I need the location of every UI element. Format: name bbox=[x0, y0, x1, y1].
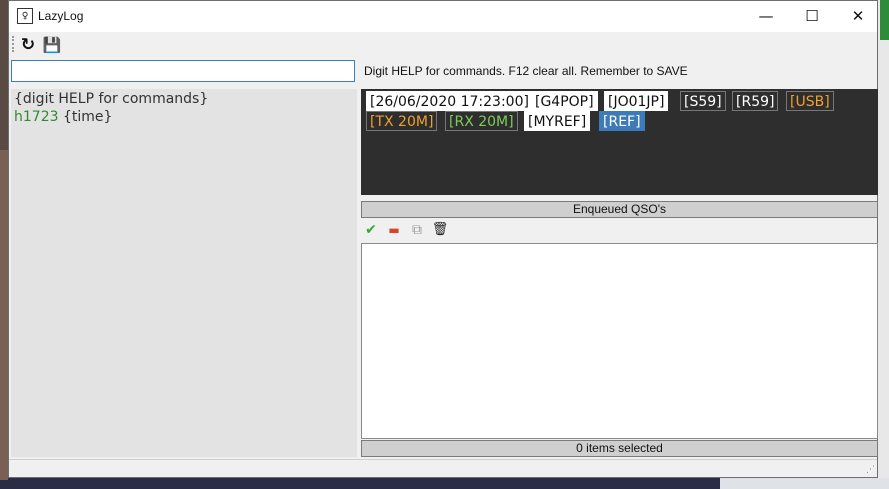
help-line: {digit HELP for commands} bbox=[14, 91, 209, 107]
duplicate-icon[interactable]: ⧉ bbox=[408, 221, 426, 239]
lazylog-window: ♀ LazyLog — ☐ ✕ ↻ 💾 Digit HELP for comma… bbox=[8, 0, 878, 478]
minimize-button[interactable]: — bbox=[743, 1, 789, 32]
command-code: h1723 bbox=[14, 109, 59, 125]
remove-icon[interactable]: ▬ bbox=[385, 221, 403, 239]
tag-myref[interactable]: [MYREF] bbox=[524, 111, 591, 131]
enqueued-qso-list[interactable] bbox=[361, 243, 878, 439]
tag-datetime[interactable]: [26/06/2020 17:23:00] bbox=[366, 91, 533, 111]
app-icon: ♀ bbox=[17, 8, 33, 24]
save-icon[interactable]: 💾 bbox=[42, 35, 62, 55]
refresh-icon[interactable]: ↻ bbox=[18, 35, 38, 55]
tag-rst-received[interactable]: [R59] bbox=[732, 91, 779, 111]
window-title: LazyLog bbox=[38, 9, 84, 23]
trash-icon[interactable]: 🗑 bbox=[431, 221, 449, 239]
tag-mode[interactable]: [USB] bbox=[786, 91, 834, 111]
selection-status: 0 items selected bbox=[361, 440, 878, 457]
tag-tx-band[interactable]: [TX 20M] bbox=[366, 111, 438, 131]
toolbar: ↻ 💾 bbox=[9, 32, 877, 58]
command-arg: {time} bbox=[58, 109, 113, 125]
desktop-edge-left bbox=[0, 150, 8, 480]
tag-callsign[interactable]: [G4POP] bbox=[531, 91, 598, 111]
resize-grip-icon[interactable]: ⋰ bbox=[865, 465, 875, 475]
desktop-edge-bottom bbox=[0, 478, 889, 489]
tag-locator[interactable]: [JO01JP] bbox=[604, 91, 669, 111]
enqueued-qsos-header: Enqueued QSO's bbox=[361, 201, 878, 218]
tag-rx-band[interactable]: [RX 20M] bbox=[445, 111, 518, 131]
close-button[interactable]: ✕ bbox=[835, 1, 881, 32]
command-output-panel: {digit HELP for commands} h1723 {time} bbox=[11, 89, 357, 457]
toolbar-grip[interactable] bbox=[12, 36, 16, 52]
tag-ref[interactable]: [REF] bbox=[599, 111, 645, 131]
command-line: h1723 {time} bbox=[14, 109, 112, 125]
maximize-button[interactable]: ☐ bbox=[789, 1, 835, 32]
title-bar[interactable]: ♀ LazyLog — ☐ ✕ bbox=[9, 1, 877, 32]
tag-rst-sent[interactable]: [S59] bbox=[680, 91, 726, 111]
help-hint: Digit HELP for commands. F12 clear all. … bbox=[364, 64, 688, 78]
desktop-edge-right bbox=[878, 0, 889, 489]
command-input[interactable] bbox=[11, 60, 355, 82]
qso-tag-panel: [26/06/2020 17:23:00] [G4POP] [JO01JP] [… bbox=[361, 89, 878, 195]
window-status-divider bbox=[9, 459, 877, 460]
confirm-icon[interactable]: ✔ bbox=[362, 221, 380, 239]
